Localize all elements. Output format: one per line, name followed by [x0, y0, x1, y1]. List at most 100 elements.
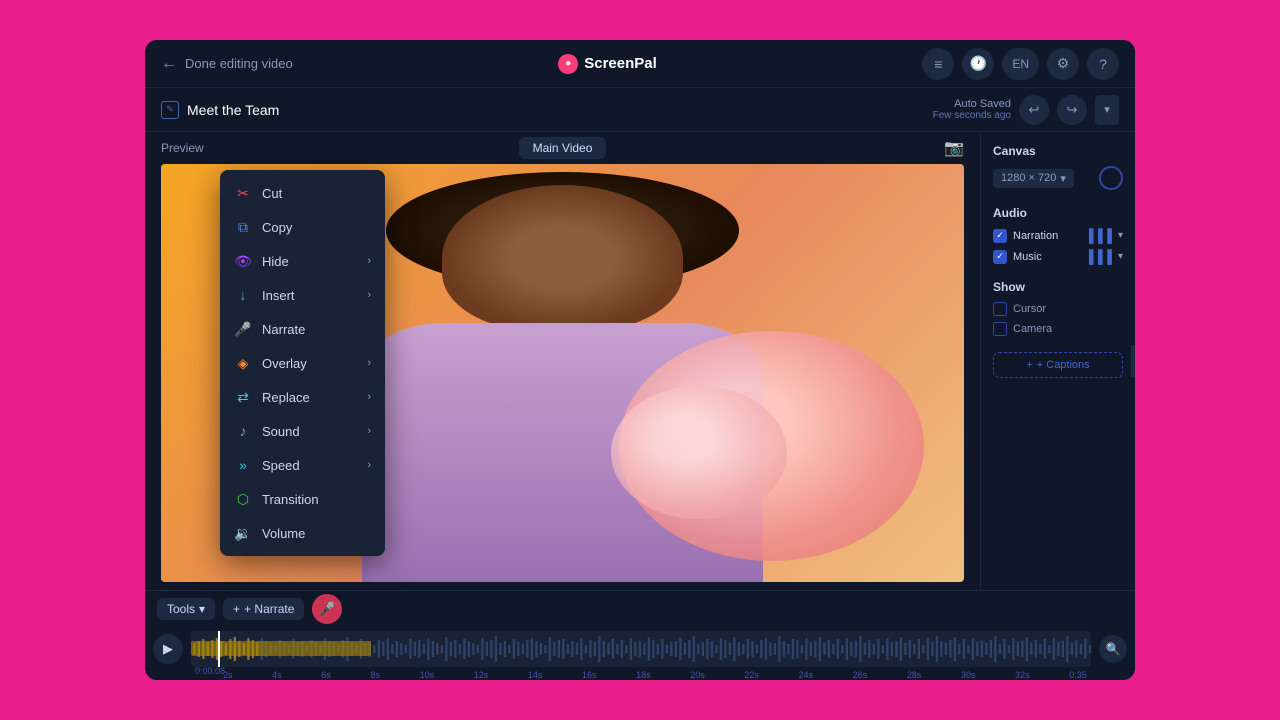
menu-item-volume[interactable]: 🔉 Volume	[220, 516, 385, 550]
narration-levels-icon[interactable]: ▐▐▐	[1084, 228, 1112, 243]
replace-icon: ⇄	[234, 388, 252, 406]
done-editing-label: Done editing video	[185, 56, 293, 71]
back-arrow-icon: ←	[161, 55, 177, 73]
panel-expand-button[interactable]: »	[1131, 345, 1135, 377]
overlay-submenu-arrow-icon: ›	[367, 357, 371, 369]
hide-submenu-arrow-icon: ›	[367, 255, 371, 267]
play-icon: ▶	[163, 641, 173, 657]
list-button[interactable]: ≡	[922, 48, 954, 80]
search-timeline-button[interactable]: 🔍	[1099, 635, 1127, 663]
narration-row: ✓ Narration ▐▐▐ ▾	[993, 228, 1123, 243]
volume-icon: 🔉	[234, 524, 252, 542]
tools-button[interactable]: Tools ▾	[157, 598, 215, 620]
timeline-wrapper[interactable]	[191, 631, 1091, 667]
menu-item-sound[interactable]: ♪ Sound ›	[220, 414, 385, 448]
canvas-title: Canvas	[993, 144, 1123, 158]
music-checkbox[interactable]: ✓	[993, 250, 1007, 264]
language-button[interactable]: EN	[1002, 48, 1039, 80]
preview-label: Preview	[161, 141, 204, 155]
menu-item-cut[interactable]: ✂ Cut	[220, 176, 385, 210]
top-bar: ← Done editing video ● ScreenPal ≡ 🕐 EN …	[145, 40, 1135, 88]
camera-checkbox[interactable]	[993, 322, 1007, 336]
menu-item-replace[interactable]: ⇄ Replace ›	[220, 380, 385, 414]
redo-button[interactable]: ↪	[1057, 95, 1087, 125]
logo-text: ScreenPal	[584, 55, 657, 72]
replace-submenu-arrow-icon: ›	[367, 391, 371, 403]
time-mark-14s: 14s	[528, 670, 543, 680]
speed-icon: »	[234, 456, 252, 474]
sound-submenu-arrow-icon: ›	[367, 425, 371, 437]
settings-button[interactable]: ⚙	[1047, 48, 1079, 80]
canvas-size-chevron-icon: ▾	[1060, 172, 1066, 185]
clock-button[interactable]: 🕐	[962, 48, 994, 80]
woman-head	[442, 185, 683, 331]
time-mark-26s: 26s	[853, 670, 868, 680]
menu-item-speed[interactable]: » Speed ›	[220, 448, 385, 482]
time-mark-24s: 24s	[799, 670, 814, 680]
timeline-playhead	[218, 631, 220, 667]
narration-checkbox[interactable]: ✓	[993, 229, 1007, 243]
music-expand-icon[interactable]: ▾	[1118, 251, 1123, 262]
menu-sound-label: Sound	[262, 424, 357, 439]
time-mark-20s: 20s	[690, 670, 705, 680]
menu-item-transition[interactable]: ⬡ Transition	[220, 482, 385, 516]
sound-icon: ♪	[234, 422, 252, 440]
menu-item-overlay[interactable]: ◈ Overlay ›	[220, 346, 385, 380]
undo-button[interactable]: ↩	[1019, 95, 1049, 125]
auto-saved-time: Few seconds ago	[933, 110, 1011, 121]
time-mark-4s: 4s	[272, 670, 282, 680]
menu-transition-label: Transition	[262, 492, 371, 507]
captions-button[interactable]: + + Captions	[993, 352, 1123, 378]
mic-record-button[interactable]: 🎤	[312, 594, 342, 624]
time-markers-row: 0:00.08 2s 4s 6s 8s 10s 12s 14s 16s 18s …	[145, 670, 1135, 680]
camera-label: Camera	[1013, 323, 1052, 335]
cursor-checkbox[interactable]	[993, 302, 1007, 316]
captions-label: + Captions	[1037, 359, 1090, 371]
main-video-badge: Main Video	[519, 137, 607, 159]
time-mark-current: 0:00.08	[195, 666, 225, 676]
canvas-size-selector[interactable]: 1280 × 720 ▾	[993, 169, 1074, 188]
canvas-shape-button[interactable]	[1099, 166, 1123, 190]
audio-section: Audio ✓ Narration ▐▐▐ ▾ ✓ Music ▐▐▐ ▾	[993, 206, 1123, 264]
screenshot-button[interactable]: 📷	[944, 138, 964, 158]
time-mark-32s: 32s	[1015, 670, 1030, 680]
time-mark-18s: 18s	[636, 670, 651, 680]
tools-chevron-icon: ▾	[199, 602, 205, 616]
menu-copy-label: Copy	[262, 220, 371, 235]
narration-expand-icon[interactable]: ▾	[1118, 230, 1123, 241]
menu-item-copy[interactable]: ⧉ Copy	[220, 210, 385, 244]
narration-label: Narration	[1013, 230, 1078, 242]
music-row: ✓ Music ▐▐▐ ▾	[993, 249, 1123, 264]
menu-replace-label: Replace	[262, 390, 357, 405]
panel-toggle-button[interactable]: ▾	[1095, 95, 1119, 125]
timeline-track-row: ▶	[145, 627, 1135, 670]
sub-bar: ✎ Meet the Team Auto Saved Few seconds a…	[145, 88, 1135, 132]
time-mark-12s: 12s	[474, 670, 489, 680]
narrate-button[interactable]: + + Narrate	[223, 598, 304, 620]
auto-saved-label: Auto Saved	[933, 98, 1011, 110]
canvas-row: 1280 × 720 ▾	[993, 166, 1123, 190]
narrate-label: + Narrate	[244, 602, 294, 616]
cursor-label: Cursor	[1013, 303, 1046, 315]
menu-item-narrate[interactable]: 🎤 Narrate	[220, 312, 385, 346]
canvas-size-value: 1280 × 720	[1001, 172, 1056, 184]
play-button[interactable]: ▶	[153, 634, 183, 664]
timeline-track	[191, 631, 1091, 667]
narrate-icon: 🎤	[234, 320, 252, 338]
project-name: Meet the Team	[187, 102, 279, 118]
logo: ● ScreenPal	[558, 54, 657, 74]
time-mark-6s: 6s	[321, 670, 331, 680]
context-menu: ✂ Cut ⧉ Copy 👁 Hide › ↓ Insert › 🎤 Narra…	[220, 170, 385, 556]
top-bar-right: ≡ 🕐 EN ⚙ ?	[922, 48, 1119, 80]
menu-item-hide[interactable]: 👁 Hide ›	[220, 244, 385, 278]
preview-label-bar: Preview Main Video 📷	[145, 132, 980, 164]
back-button[interactable]: ← Done editing video	[161, 55, 293, 73]
insert-icon: ↓	[234, 286, 252, 304]
speed-submenu-arrow-icon: ›	[367, 459, 371, 471]
help-button[interactable]: ?	[1087, 48, 1119, 80]
menu-item-insert[interactable]: ↓ Insert ›	[220, 278, 385, 312]
eye-icon: 👁	[234, 252, 252, 270]
music-levels-icon[interactable]: ▐▐▐	[1084, 249, 1112, 264]
edit-icon: ✎	[161, 101, 179, 119]
logo-icon: ●	[558, 54, 578, 74]
